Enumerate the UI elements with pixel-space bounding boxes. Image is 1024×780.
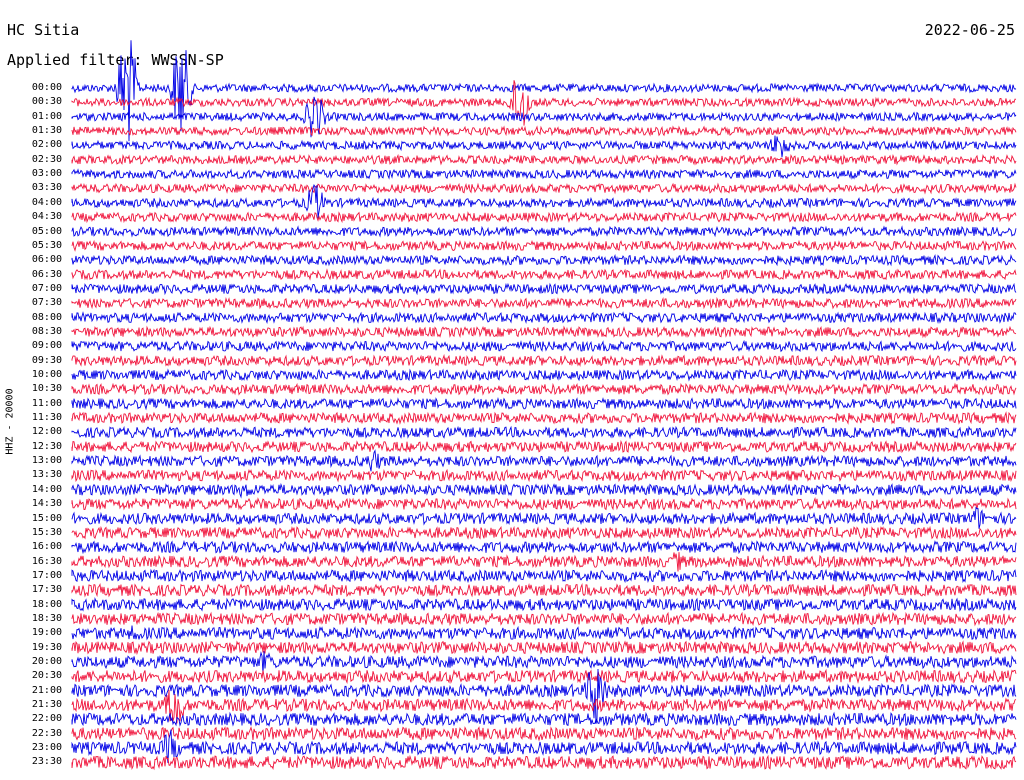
trace-line — [71, 726, 1017, 742]
trace-line — [71, 153, 1017, 166]
trace-line — [71, 182, 1017, 195]
trace-line — [71, 597, 1017, 612]
trace-line — [71, 640, 1017, 656]
trace-line — [71, 482, 1017, 499]
trace-line — [71, 625, 1017, 641]
trace-line — [71, 40, 1017, 142]
seismogram-traces — [71, 40, 1017, 771]
trace-line — [71, 296, 1017, 310]
trace-line — [71, 268, 1017, 281]
trace-line — [71, 468, 1017, 483]
trace-line — [71, 668, 1017, 685]
trace-line — [71, 168, 1017, 180]
trace-line — [71, 754, 1017, 771]
trace-line — [71, 411, 1017, 425]
trace-line — [71, 325, 1017, 339]
trace-line — [71, 525, 1017, 540]
trace-line — [71, 253, 1017, 267]
trace-line — [71, 135, 1017, 158]
trace-line — [71, 382, 1017, 396]
trace-line — [71, 282, 1017, 296]
trace-line — [71, 552, 1017, 572]
trace-line — [71, 239, 1017, 252]
trace-line — [71, 611, 1017, 627]
trace-line — [71, 311, 1017, 324]
trace-line — [71, 425, 1017, 440]
trace-line — [71, 353, 1017, 368]
trace-line — [71, 582, 1017, 598]
trace-line — [71, 539, 1017, 555]
trace-line — [71, 568, 1017, 584]
trace-line — [71, 225, 1017, 238]
trace-line — [71, 497, 1017, 512]
trace-line — [71, 125, 1017, 137]
trace-line — [71, 439, 1017, 454]
trace-line — [71, 449, 1017, 472]
trace-line — [71, 651, 1017, 674]
trace-line — [71, 368, 1017, 382]
trace-line — [71, 339, 1017, 353]
trace-line — [71, 211, 1017, 224]
trace-line — [71, 711, 1017, 727]
trace-line — [71, 506, 1017, 529]
trace-line — [71, 397, 1017, 411]
